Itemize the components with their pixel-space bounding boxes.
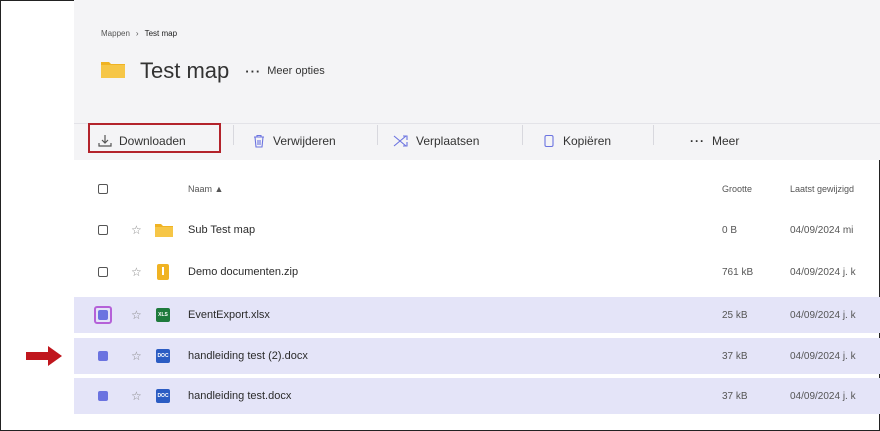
word-file-icon: DOC: [156, 338, 170, 374]
file-size: 25 kB: [722, 309, 748, 321]
select-all-checkbox[interactable]: [98, 171, 108, 207]
zip-file-icon: [157, 254, 169, 290]
file-size: 37 kB: [722, 390, 748, 402]
more-options-button[interactable]: Meer opties: [267, 65, 324, 77]
star-icon[interactable]: ☆: [131, 254, 142, 290]
toolbar-divider: [233, 125, 234, 145]
excel-file-icon: XLS: [156, 297, 170, 333]
toolbar-divider: [522, 125, 523, 145]
file-name[interactable]: Demo documenten.zip: [188, 254, 298, 290]
move-button[interactable]: Verplaatsen: [393, 123, 479, 159]
breadcrumb: Mappen › Test map: [101, 29, 177, 38]
toolbar-divider: [377, 125, 378, 145]
row-checkbox[interactable]: [94, 297, 112, 333]
copy-icon: [544, 134, 554, 148]
star-icon[interactable]: ☆: [131, 212, 142, 248]
move-arrows-icon: [393, 135, 408, 147]
word-file-icon: DOC: [156, 378, 170, 414]
folder-icon: [100, 59, 126, 84]
file-modified: 04/09/2024 j. k: [790, 309, 856, 321]
row-checkbox[interactable]: [98, 378, 108, 414]
file-modified: 04/09/2024 j. k: [790, 266, 856, 278]
folder-icon: [154, 212, 174, 248]
file-size: 37 kB: [722, 350, 748, 362]
file-name[interactable]: EventExport.xlsx: [188, 297, 270, 333]
copy-label: Kopiëren: [563, 134, 612, 148]
file-size: 0 B: [722, 224, 738, 236]
file-modified: 04/09/2024 mi: [790, 224, 854, 236]
more-button[interactable]: ··· Meer: [690, 123, 739, 159]
page-title: Test map: [140, 58, 230, 83]
file-name[interactable]: handleiding test (2).docx: [188, 338, 308, 374]
table-row[interactable]: ☆ DOC handleiding test.docx 37 kB 04/09/…: [74, 378, 880, 414]
title-row: Test map ··· Meer opties: [100, 58, 325, 84]
file-size: 761 kB: [722, 266, 754, 278]
copy-button[interactable]: Kopiëren: [542, 123, 611, 159]
trash-icon: [254, 134, 264, 148]
toolbar-divider: [653, 125, 654, 145]
file-modified: 04/09/2024 j. k: [790, 350, 856, 362]
file-name[interactable]: Sub Test map: [188, 212, 255, 248]
file-modified: 04/09/2024 j. k: [790, 390, 856, 402]
table-row[interactable]: ☆ XLS EventExport.xlsx 25 kB 04/09/2024 …: [74, 297, 880, 333]
column-modified-header[interactable]: Laatst gewijzigd: [790, 171, 854, 207]
delete-label: Verwijderen: [273, 134, 336, 148]
move-label: Verplaatsen: [416, 134, 480, 148]
row-checkbox[interactable]: [98, 338, 108, 374]
star-icon[interactable]: ☆: [131, 338, 142, 374]
download-highlight-box: [88, 123, 221, 153]
row-checkbox[interactable]: [98, 212, 108, 248]
row-checkbox[interactable]: [98, 254, 108, 290]
breadcrumb-separator: ›: [135, 29, 139, 38]
star-icon[interactable]: ☆: [131, 297, 142, 333]
table-row[interactable]: ☆ Sub Test map 0 B 04/09/2024 mi: [74, 212, 880, 248]
more-label: Meer: [712, 134, 740, 148]
column-name-header[interactable]: Naam ▲: [188, 171, 223, 207]
breadcrumb-current: Test map: [144, 29, 178, 38]
delete-button[interactable]: Verwijderen: [252, 123, 336, 159]
file-name[interactable]: handleiding test.docx: [188, 378, 291, 414]
pointer-arrow-icon: [26, 346, 62, 366]
table-row[interactable]: ☆ Demo documenten.zip 761 kB 04/09/2024 …: [74, 254, 880, 290]
more-dots-icon: ···: [690, 134, 705, 148]
table-row[interactable]: ☆ DOC handleiding test (2).docx 37 kB 04…: [74, 338, 880, 374]
more-options-icon[interactable]: ···: [245, 64, 261, 79]
column-size-header[interactable]: Grootte: [722, 171, 752, 207]
breadcrumb-root[interactable]: Mappen: [101, 29, 130, 38]
table-header: Naam ▲ Grootte Laatst gewijzigd: [74, 171, 880, 207]
star-icon[interactable]: ☆: [131, 378, 142, 414]
